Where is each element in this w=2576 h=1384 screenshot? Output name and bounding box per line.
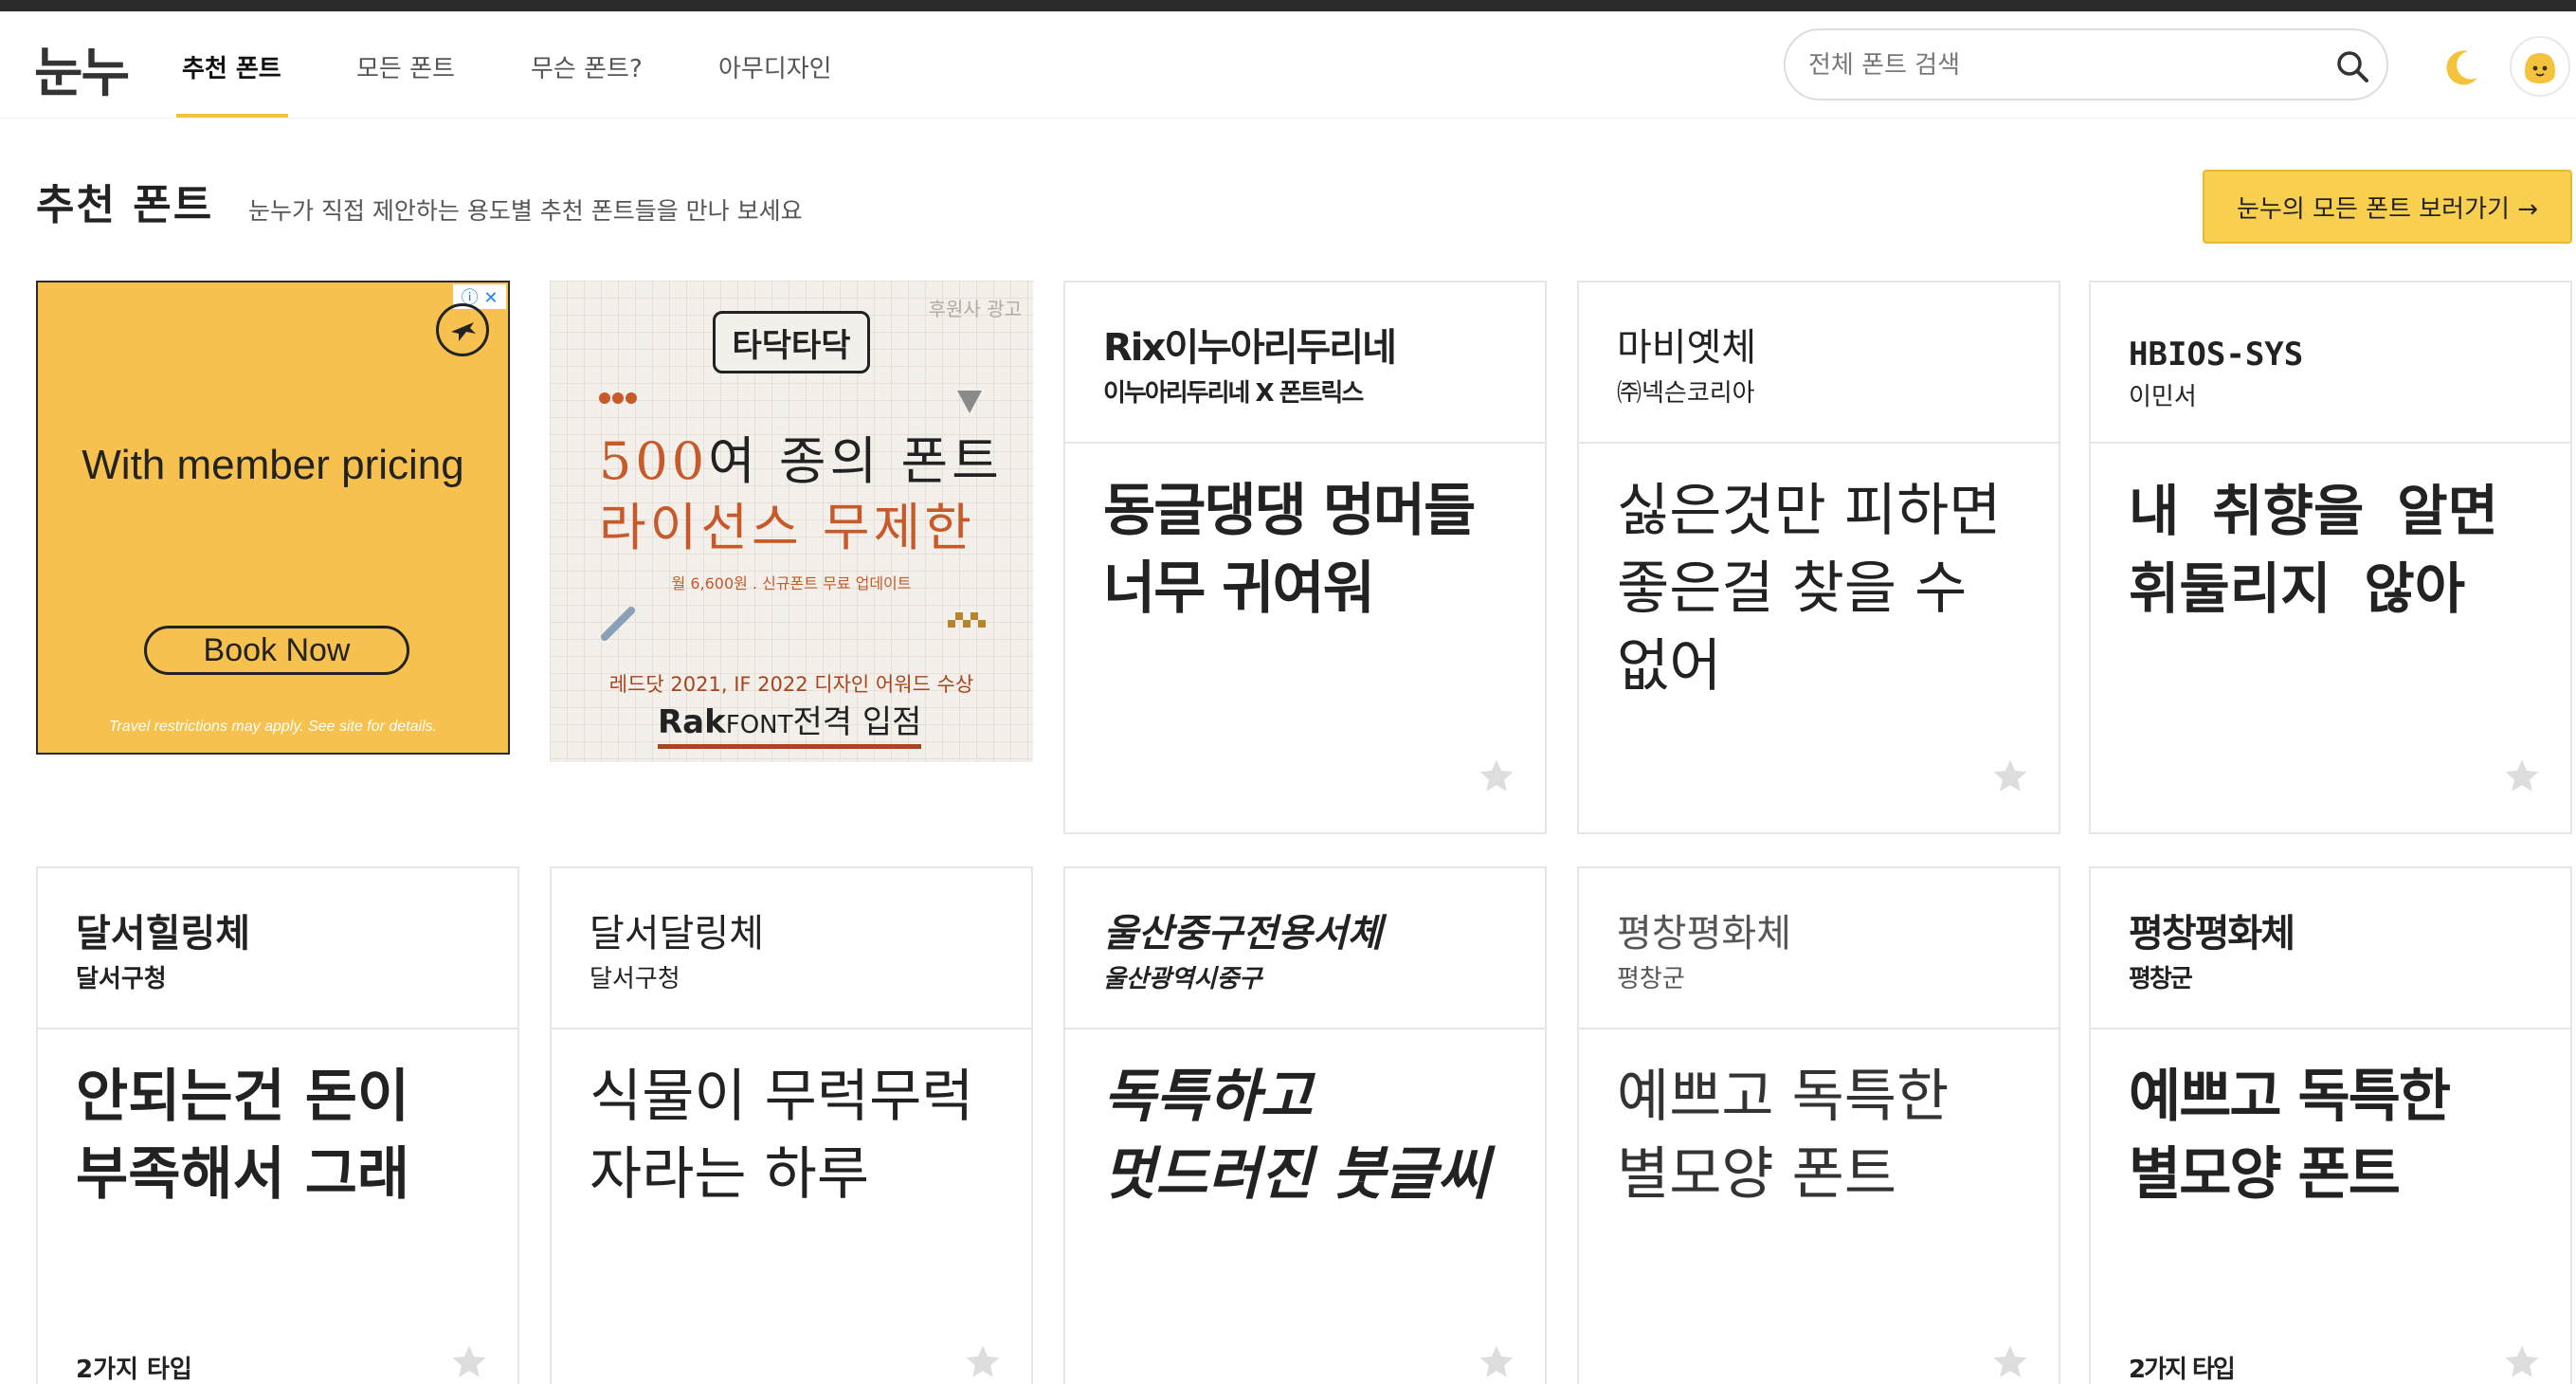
font-card[interactable]: 마비옛체 ㈜넥슨코리아 싫은것만 피하면 좋은걸 찾을 수 없어: [1577, 281, 2060, 834]
favorite-star-icon[interactable]: [1477, 756, 1516, 796]
sponsor-headline-line2: 라이선스 무제한: [599, 498, 975, 557]
section-subtitle: 눈누가 직접 제안하는 용도별 추천 폰트들을 만나 보세요: [248, 197, 803, 225]
font-card[interactable]: 평창평화체 평창군 예쁘고 독특한 별모양 폰트 2가지 타입: [2089, 866, 2572, 1384]
rak-rest: 전격 입점: [792, 703, 922, 741]
favorite-star-icon[interactable]: [1990, 1342, 2030, 1382]
avatar-face-icon: [2525, 53, 2555, 83]
font-maker: 이누아리두리네 X 폰트릭스: [1103, 379, 1364, 408]
ad-footnote: Travel restrictions may apply. See site …: [108, 719, 438, 735]
font-card[interactable]: Rix이누아리두리네 이누아리두리네 X 폰트릭스 동글댕댕 멍머들 너무 귀여…: [1063, 281, 1547, 834]
font-card-header: 마비옛체 ㈜넥슨코리아: [1579, 282, 2059, 444]
travel-ad-banner[interactable]: ⓘ ✕ With member pricing Book Now Travel …: [36, 281, 510, 755]
font-card[interactable]: 달서달링체 달서구청 식물이 무럭무럭 자라는 하루: [550, 866, 1033, 1384]
font-sample-text: 내 취향을 알면 휘둘리지 않아: [2129, 479, 2498, 621]
sponsor-ad-label: 후원사 광고: [928, 298, 1022, 320]
search-icon[interactable]: [2333, 47, 2371, 85]
font-sample-text: 독특하고 멋드러진 붓글씨: [1103, 1064, 1490, 1208]
search-input[interactable]: [1808, 47, 2301, 83]
font-type-count: 2가지 타입: [76, 1356, 192, 1384]
tab-what-font[interactable]: 무슨 폰트?: [531, 49, 643, 84]
user-avatar[interactable]: [2510, 36, 2570, 97]
font-card[interactable]: 달서힐링체 달서구청 안되는건 돈이 부족해서 그래 2가지 타입: [36, 866, 519, 1384]
dots-decoration-icon: [599, 392, 637, 404]
font-name: 울산중구전용서체: [1103, 912, 1383, 956]
favorite-star-icon[interactable]: [2502, 756, 2542, 796]
ad-book-now-button[interactable]: Book Now: [144, 626, 409, 675]
active-tab-indicator: [176, 114, 288, 118]
section-title: 추천 폰트: [36, 181, 214, 229]
favorite-star-icon[interactable]: [1990, 756, 2030, 796]
font-maker: 달서구청: [76, 965, 167, 993]
font-card-header: 평창평화체 평창군: [2091, 868, 2570, 1029]
font-name: Rix이누아리두리네: [1103, 326, 1397, 370]
sponsor-headline-line1: 500여 종의 폰트: [599, 419, 1003, 494]
font-card-header: 울산중구전용서체 울산광역시중구: [1065, 868, 1545, 1029]
font-sample-text: 동글댕댕 멍머들 너무 귀여워: [1103, 478, 1476, 622]
font-name: 마비옛체: [1617, 326, 1757, 370]
tab-all-fonts[interactable]: 모든 폰트: [356, 49, 455, 84]
font-type-count: 2가지 타입: [2129, 1356, 2236, 1384]
font-sample-text: 식물이 무럭무럭 자라는 하루: [590, 1064, 974, 1208]
favorite-star-icon[interactable]: [2502, 1342, 2542, 1382]
top-dark-bar: [0, 0, 2576, 11]
airline-logo-icon: [436, 303, 489, 356]
font-maker: 울산광역시중구: [1103, 965, 1262, 993]
site-logo[interactable]: 눈누: [34, 30, 130, 107]
sponsor-award-text: 레드닷 2021, IF 2022 디자인 어워드 수상: [608, 673, 974, 696]
sponsor-price-text: 월 6,600원 . 신규폰트 무료 업데이트: [671, 574, 912, 592]
sponsor-font-count: 500: [599, 431, 709, 491]
font-sample-text: 안되는건 돈이 부족해서 그래: [76, 1064, 410, 1208]
rak-font: FONT: [725, 711, 793, 739]
sponsor-logo: 타닥타닥: [713, 311, 870, 373]
font-card-header: 달서달링체 달서구청: [552, 868, 1031, 1029]
font-maker: 이민서: [2129, 383, 2197, 411]
font-maker: 평창군: [1617, 965, 1685, 993]
font-maker: 달서구청: [590, 965, 680, 993]
font-name: HBIOS-SYS: [2129, 336, 2304, 373]
favorite-star-icon[interactable]: [449, 1342, 489, 1382]
font-card[interactable]: HBIOS-SYS 이민서 내 취향을 알면 휘둘리지 않아: [2089, 281, 2572, 834]
tab-any-design[interactable]: 아무디자인: [718, 49, 832, 84]
font-card[interactable]: 울산중구전용서체 울산광역시중구 독특하고 멋드러진 붓글씨: [1063, 866, 1547, 1384]
font-card-header: 달서힐링체 달서구청: [38, 868, 517, 1029]
pencil-decoration-icon: [601, 607, 635, 641]
font-sample-text: 예쁘고 독특한 별모양 폰트: [1617, 1064, 1950, 1208]
font-sample-text: 예쁘고 독특한 별모양 폰트: [2129, 1064, 2451, 1208]
font-name: 달서힐링체: [76, 912, 250, 956]
font-sample-text: 싫은것만 피하면 좋은걸 찾을 수 없어: [1617, 478, 2002, 700]
font-card-header: Rix이누아리두리네 이누아리두리네 X 폰트릭스: [1065, 282, 1545, 444]
sponsor-headline-line1-rest: 여 종의 폰트: [708, 431, 1003, 491]
font-card-header: HBIOS-SYS 이민서: [2091, 282, 2570, 444]
font-name: 달서달링체: [590, 912, 764, 956]
font-maker: ㈜넥슨코리아: [1617, 379, 1755, 408]
search-box[interactable]: [1784, 28, 2388, 100]
tab-recommended-fonts[interactable]: 추천 폰트: [182, 49, 281, 84]
site-header: 눈누 추천 폰트 모든 폰트 무슨 폰트? 아무디자인: [0, 11, 2576, 118]
sponsor-font-ad[interactable]: 후원사 광고 타닥타닥 500여 종의 폰트 라이선스 무제한 월 6,600원…: [550, 281, 1033, 762]
favorite-star-icon[interactable]: [1477, 1342, 1516, 1382]
font-card[interactable]: 평창평화체 평창군 예쁘고 독특한 별모양 폰트: [1577, 866, 2060, 1384]
dark-mode-moon-icon[interactable]: [2440, 46, 2483, 89]
font-maker: 평창군: [2129, 965, 2193, 993]
checker-decoration-icon: [948, 612, 986, 628]
font-name: 평창평화체: [2129, 912, 2295, 956]
triangle-decoration-icon: [957, 391, 982, 413]
favorite-star-icon[interactable]: [963, 1342, 1003, 1382]
font-card-header: 평창평화체 평창군: [1579, 868, 2059, 1029]
rak-brand: Rak: [658, 703, 726, 741]
ad-headline: With member pricing: [82, 442, 464, 488]
sponsor-rakfont-line: RakFONT전격 입점: [658, 696, 922, 749]
view-all-fonts-button[interactable]: 눈누의 모든 폰트 보러가기 →: [2203, 170, 2572, 244]
font-name: 평창평화체: [1617, 912, 1791, 956]
